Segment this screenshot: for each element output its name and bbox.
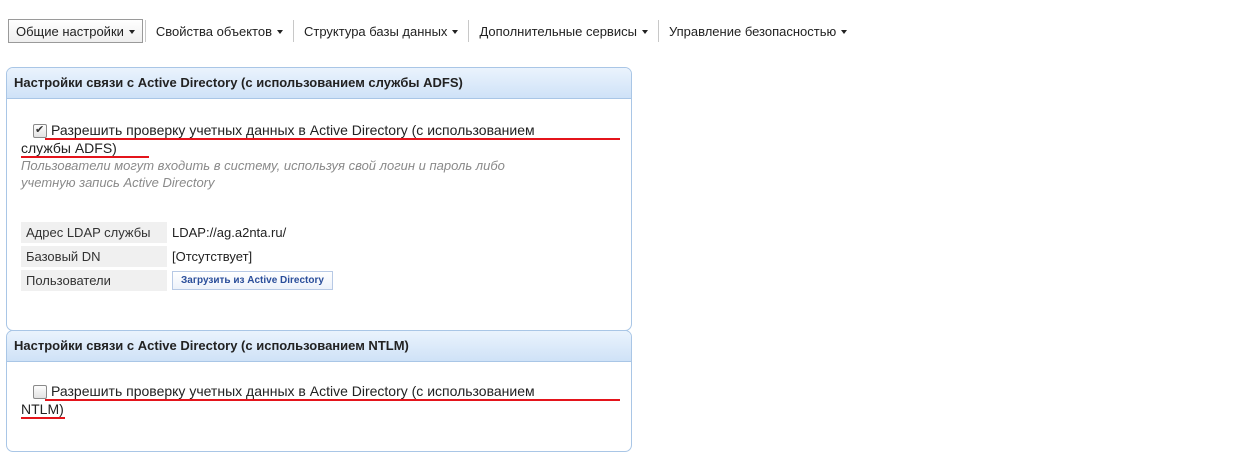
- menu-object-properties[interactable]: Свойства объектов: [148, 19, 291, 43]
- menu-label: Структура базы данных: [303, 23, 448, 39]
- caret-down-icon: [841, 29, 848, 34]
- users-value: Загрузить из Active Directory: [167, 270, 338, 291]
- adfs-panel-title: Настройки связи с Active Directory (с ис…: [7, 68, 631, 99]
- adfs-hint-line2: учетную запись Active Directory: [21, 175, 215, 190]
- menu-separator: [144, 20, 146, 42]
- top-menu-bar: Общие настройки Свойства объектов Структ…: [0, 0, 1255, 50]
- table-row: Базовый DN [Отсутствует]: [21, 246, 338, 267]
- adfs-enable-checkbox[interactable]: [33, 123, 47, 138]
- menu-label: Управление безопасностью: [668, 23, 837, 39]
- ldap-address-label: Адрес LDAP службы: [21, 222, 167, 243]
- users-label: Пользователи: [21, 270, 167, 291]
- menu-separator: [657, 20, 659, 42]
- menu-security-management[interactable]: Управление безопасностью: [661, 19, 855, 43]
- adfs-hint-line1: Пользователи могут входить в систему, ис…: [21, 158, 505, 173]
- highlight-underline: [45, 399, 620, 401]
- highlight-underline: [21, 417, 65, 419]
- adfs-enable-option: Разрешить проверку учетных данных в Acti…: [21, 121, 631, 158]
- caret-down-icon: [641, 29, 648, 34]
- base-dn-label: Базовый DN: [21, 246, 167, 267]
- ldap-address-value: LDAP://ag.a2nta.ru/: [172, 225, 287, 240]
- menu-label: Свойства объектов: [155, 23, 272, 39]
- menu-additional-services[interactable]: Дополнительные сервисы: [471, 19, 656, 43]
- ntlm-enable-label-line1[interactable]: Разрешить проверку учетных данных в Acti…: [21, 382, 631, 400]
- table-row: Адрес LDAP службы LDAP://ag.a2nta.ru/: [21, 222, 338, 243]
- ntlm-enable-option: Разрешить проверку учетных данных в Acti…: [21, 382, 631, 419]
- caret-down-icon: [452, 29, 459, 34]
- adfs-enable-label-line1[interactable]: Разрешить проверку учетных данных в Acti…: [21, 121, 631, 139]
- adfs-properties-table: Адрес LDAP службы LDAP://ag.a2nta.ru/ Ба…: [21, 219, 338, 294]
- caret-down-icon: [276, 29, 283, 34]
- adfs-settings-panel: Настройки связи с Active Directory (с ис…: [6, 67, 632, 331]
- highlight-underline: [21, 156, 149, 158]
- menu-general-settings[interactable]: Общие настройки: [8, 19, 143, 43]
- table-row: Пользователи Загрузить из Active Directo…: [21, 270, 338, 291]
- load-from-ad-button[interactable]: Загрузить из Active Directory: [172, 271, 333, 290]
- caret-down-icon: [128, 29, 135, 34]
- menu-separator: [292, 20, 294, 42]
- highlight-underline: [45, 138, 620, 140]
- base-dn-value: [Отсутствует]: [172, 249, 253, 264]
- ntlm-enable-label-line2[interactable]: NTLM): [21, 400, 631, 418]
- menu-label: Общие настройки: [16, 23, 124, 39]
- ntlm-panel-title: Настройки связи с Active Directory (с ис…: [7, 331, 631, 362]
- ntlm-enable-checkbox[interactable]: [33, 385, 47, 399]
- menu-separator: [468, 20, 470, 42]
- menu-label: Дополнительные сервисы: [479, 23, 637, 39]
- adfs-enable-label-line2[interactable]: службы ADFS): [21, 139, 631, 157]
- menu-database-structure[interactable]: Структура базы данных: [296, 19, 466, 43]
